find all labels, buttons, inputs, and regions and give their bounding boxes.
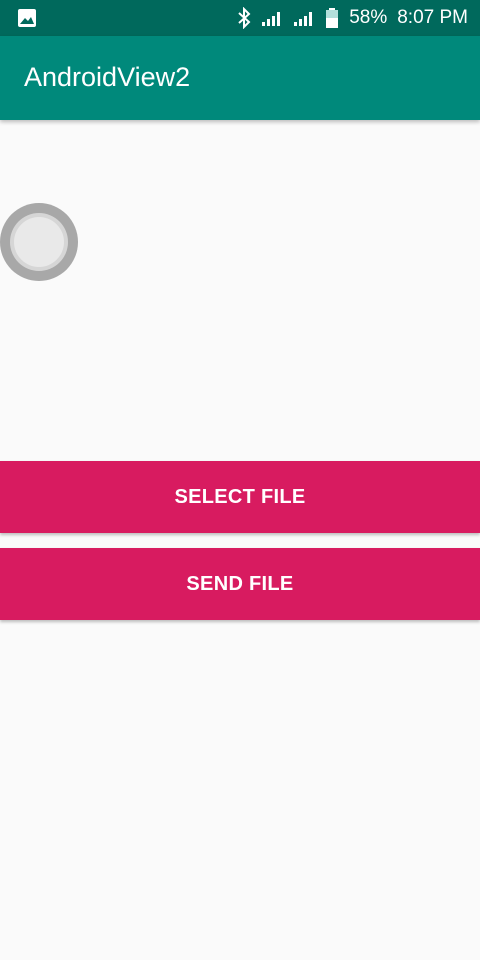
- battery-percentage: 58%: [349, 7, 388, 28]
- status-icons: 58% 8:07 PM: [237, 0, 468, 36]
- radio-button[interactable]: [0, 203, 78, 281]
- app-title: AndroidView2: [24, 62, 191, 92]
- select-file-button[interactable]: SELECT FILE: [0, 461, 480, 533]
- send-file-button[interactable]: SEND FILE: [0, 548, 480, 620]
- image-icon: [17, 8, 37, 28]
- app-bar: AndroidView2: [0, 36, 480, 120]
- clock: 8:07 PM: [397, 7, 468, 28]
- radio-button-ring: [10, 213, 68, 271]
- status-bar: 58% 8:07 PM: [0, 0, 480, 36]
- signal-icon: [261, 9, 283, 27]
- bluetooth-icon: [237, 7, 251, 29]
- battery-icon: [325, 7, 339, 29]
- radio-button-center: [14, 217, 64, 267]
- main-content: SELECT FILE SEND FILE: [0, 120, 480, 960]
- signal-icon: [293, 9, 315, 27]
